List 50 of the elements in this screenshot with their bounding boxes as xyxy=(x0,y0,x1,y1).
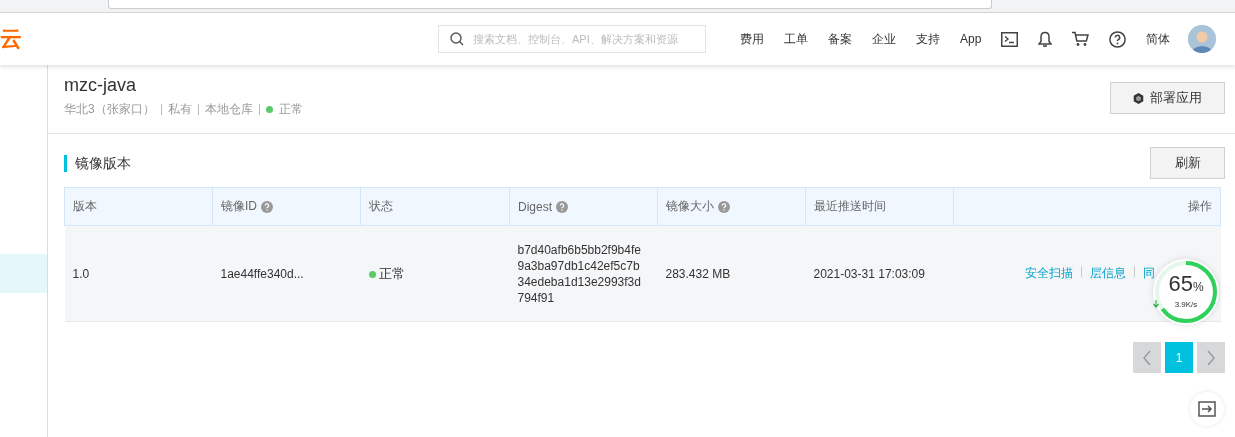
previous-page-button[interactable] xyxy=(1133,342,1161,373)
column-header: 镜像ID xyxy=(221,199,257,213)
repository-meta: 华北3（张家口） xyxy=(64,101,155,118)
table-cell-text: 34edeba1d13e2993f3d xyxy=(517,273,642,290)
download-speed: 3.9K/s xyxy=(1174,300,1198,309)
table-cell: 1.0 xyxy=(72,266,90,281)
search-field[interactable]: 搜索文档、控制台、API、解决方案和资源 xyxy=(438,25,706,53)
repository-meta: 私有 xyxy=(167,101,192,118)
chevron-left-icon xyxy=(1142,349,1152,366)
column-header: 最近推送时间 xyxy=(814,199,886,213)
repository-name: mzc-java xyxy=(64,75,137,96)
nav-link[interactable]: 工单 xyxy=(784,30,808,48)
status-dot xyxy=(265,106,273,113)
nav-link[interactable]: 企业 xyxy=(872,30,896,48)
avatar[interactable] xyxy=(1188,25,1217,53)
column-header: 版本 xyxy=(73,199,97,213)
status-text: 正常 xyxy=(278,101,303,118)
help-icon[interactable] xyxy=(1109,30,1127,48)
deploy-button[interactable]: 部署应用 xyxy=(1110,82,1225,114)
table-cell-text: b7d40afb6b5bb2f9b4fe xyxy=(517,241,642,258)
nav-link[interactable]: 支持 xyxy=(916,30,940,48)
refresh-button[interactable]: 刷新 xyxy=(1150,147,1225,179)
bell-icon[interactable] xyxy=(1038,30,1053,48)
table-cell-text: 9a3ba97db1c42ef5c7b xyxy=(517,257,641,274)
column-header: 镜像大小 xyxy=(666,199,714,213)
chevron-right-icon xyxy=(1206,349,1216,366)
address-bar[interactable] xyxy=(108,0,992,9)
table-cell-text: 794f91 xyxy=(517,289,556,306)
down-arrow-icon xyxy=(1153,300,1159,308)
terminal-icon[interactable] xyxy=(1001,31,1019,47)
next-page-button[interactable] xyxy=(1197,342,1225,373)
nav-link[interactable]: App xyxy=(960,32,982,46)
column-header: 状态 xyxy=(369,199,393,213)
status-dot xyxy=(368,270,376,278)
repository-meta: 本地仓库 xyxy=(204,101,253,118)
nav-link[interactable]: 备案 xyxy=(828,30,852,48)
status-text: 正常 xyxy=(378,265,405,281)
cube-icon xyxy=(1133,92,1144,104)
section-title: 镜像版本 xyxy=(64,154,131,172)
table-cell: 1ae44ffe340d... xyxy=(220,266,304,281)
table-cell: 2021-03-31 17:03:09 xyxy=(813,266,925,281)
exit-button[interactable] xyxy=(1190,392,1224,426)
percent-text: 65% xyxy=(1168,271,1204,296)
nav-link[interactable]: 费用 xyxy=(740,30,764,48)
table-cell: 283.432 MB xyxy=(665,266,731,281)
column-header: Digest xyxy=(518,199,552,214)
language-link[interactable]: 简体 xyxy=(1146,30,1171,48)
cart-icon[interactable] xyxy=(1072,31,1090,47)
exit-icon xyxy=(1198,401,1216,417)
column-header: 操作 xyxy=(1188,199,1212,213)
